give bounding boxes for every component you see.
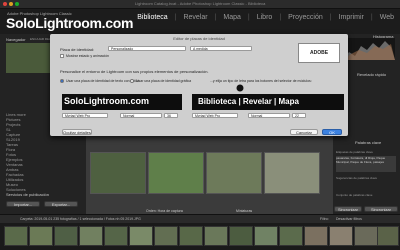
identity-plate-editor-dialog: Editor de placas de identidad Placa de i… bbox=[50, 34, 348, 136]
plate-font-select[interactable]: Myriad Web Pro bbox=[62, 113, 108, 118]
hide-details-button[interactable]: Ocultar detalles bbox=[62, 129, 92, 135]
radio-graphic-plate[interactable] bbox=[130, 79, 134, 83]
filter-label: Filtro: bbox=[320, 217, 329, 221]
module-separator: | bbox=[214, 14, 217, 21]
enable-identity-label: Mostrar estado y animación bbox=[66, 54, 109, 58]
sync-button[interactable]: Sincronizar bbox=[334, 206, 362, 212]
filmstrip-thumbnail[interactable] bbox=[377, 226, 399, 246]
minimize-window-icon[interactable] bbox=[9, 2, 13, 6]
module-preview: Biblioteca | Revelar | Mapa bbox=[192, 94, 344, 110]
filmstrip-thumbnail[interactable] bbox=[204, 226, 228, 246]
module-font-select[interactable]: Myriad Web Pro bbox=[192, 113, 238, 118]
filmstrip-thumbnail[interactable] bbox=[279, 226, 303, 246]
module-separator: | bbox=[279, 14, 282, 21]
module-separator: | bbox=[174, 14, 177, 21]
window-title: Lightroom Catalog.lrcat - Adobe Photosho… bbox=[135, 1, 266, 6]
radio-text-plate[interactable] bbox=[60, 79, 64, 83]
identity-preview-text: SoloLightroom.com bbox=[64, 96, 149, 106]
mouse-cursor-icon bbox=[236, 84, 244, 92]
identity-preview-left: SoloLightroom.com bbox=[62, 94, 182, 110]
filmstrip-thumbnail[interactable] bbox=[79, 226, 103, 246]
filmstrip-thumbnail[interactable] bbox=[29, 226, 53, 246]
filmstrip bbox=[0, 223, 400, 250]
histogram-graph bbox=[343, 41, 395, 60]
module-size-select[interactable]: 22 bbox=[292, 113, 306, 118]
filmstrip-thumbnail[interactable] bbox=[254, 226, 278, 246]
module-separator: | bbox=[247, 14, 250, 21]
status-path: Carpeta: 2019-05-01 235 fotografías / 1 … bbox=[20, 217, 141, 221]
module-font-hint: ...y elija un tipo de letra para los bot… bbox=[210, 79, 312, 83]
close-window-icon[interactable] bbox=[3, 2, 7, 6]
module-preview-text: Biblioteca | Revelar | Mapa bbox=[198, 97, 299, 106]
filmstrip-thumbnail[interactable] bbox=[129, 226, 153, 246]
plate-preset-select[interactable]: A medida bbox=[190, 46, 252, 51]
module-style-select[interactable]: Normal bbox=[248, 113, 290, 118]
enable-identity-checkbox[interactable] bbox=[60, 54, 64, 58]
filmstrip-thumbnail[interactable] bbox=[179, 226, 203, 246]
photo-thumbnail[interactable] bbox=[264, 152, 320, 194]
cancel-button[interactable]: Cancelar bbox=[290, 129, 318, 135]
module-libro[interactable]: Libro bbox=[257, 14, 273, 21]
module-picker: Biblioteca | Revelar | Mapa | Libro | Pr… bbox=[137, 14, 394, 21]
photo-thumbnail[interactable] bbox=[206, 152, 262, 194]
photo-thumbnail[interactable] bbox=[90, 152, 146, 194]
keywords-field[interactable]: pasarelas, Fortaleza, dl Rioja, Paque Mu… bbox=[336, 156, 396, 172]
publish-services-title[interactable]: Servicios de publicación bbox=[6, 192, 49, 197]
dialog-description: Personalice el entorno de Lightroom con … bbox=[60, 69, 209, 74]
radio-graphic-plate-label: Usar una placa de identidad gráfica bbox=[136, 79, 192, 83]
adobe-logo: ADOBE bbox=[298, 43, 340, 63]
identity-plate: Adobe Photoshop Lightroom Classic SoloLi… bbox=[6, 10, 133, 31]
plate-label: Placa de identidad: bbox=[60, 47, 95, 52]
module-separator: | bbox=[329, 14, 332, 21]
import-button[interactable]: Importar... bbox=[6, 201, 40, 207]
filmstrip-thumbnail[interactable] bbox=[354, 226, 378, 246]
radio-text-plate-label: Usar una placa de identidad de texto con… bbox=[66, 79, 139, 83]
filmstrip-thumbnail[interactable] bbox=[304, 226, 328, 246]
quick-develop-title[interactable]: Revelado rápido bbox=[357, 72, 386, 77]
filmstrip-thumbnail[interactable] bbox=[229, 226, 253, 246]
export-button[interactable]: Exportar... bbox=[44, 201, 78, 207]
navigator-title[interactable]: Navegador bbox=[6, 37, 26, 42]
dialog-title: Editor de placas de identidad bbox=[173, 36, 225, 41]
module-web[interactable]: Web bbox=[380, 14, 394, 21]
filmstrip-thumbnail[interactable] bbox=[4, 226, 28, 246]
filter-select[interactable]: Desactivar filtros bbox=[336, 217, 362, 221]
module-revelar[interactable]: Revelar bbox=[183, 14, 207, 21]
module-separator: | bbox=[370, 14, 373, 21]
keyword-suggestions-title: Sugerencias de palabras clave bbox=[336, 176, 378, 180]
sync-settings-button[interactable]: Sincronizar ajustes bbox=[364, 206, 398, 218]
identity-text: SoloLightroom.com bbox=[6, 15, 134, 31]
zoom-window-icon[interactable] bbox=[15, 2, 19, 6]
histogram bbox=[343, 38, 395, 60]
module-biblioteca[interactable]: Biblioteca bbox=[137, 14, 167, 21]
module-proyeccion[interactable]: Proyección bbox=[288, 14, 323, 21]
plate-size-select[interactable]: 36 bbox=[164, 113, 178, 118]
keyword-set-title: Conjunto de palabras clave bbox=[336, 193, 373, 197]
module-imprimir[interactable]: Imprimir bbox=[339, 14, 364, 21]
filmstrip-thumbnail[interactable] bbox=[154, 226, 178, 246]
title-bar: Lightroom Catalog.lrcat - Adobe Photosho… bbox=[0, 0, 400, 9]
filmstrip-thumbnail[interactable] bbox=[54, 226, 78, 246]
ok-button[interactable]: OK bbox=[322, 129, 342, 135]
plate-select[interactable]: Personalizado bbox=[108, 46, 186, 51]
keyword-tags-label: Etiquetas de palabras clave bbox=[336, 150, 373, 154]
plate-style-select[interactable]: Normal bbox=[120, 113, 162, 118]
thumbnail-size[interactable]: Miniaturas bbox=[236, 209, 252, 213]
sort-order[interactable]: Orden: Hora de captura bbox=[146, 209, 183, 213]
filmstrip-thumbnail[interactable] bbox=[104, 226, 128, 246]
photo-thumbnail[interactable] bbox=[148, 152, 204, 194]
keywords-title[interactable]: Palabras clave bbox=[355, 140, 381, 145]
module-mapa[interactable]: Mapa bbox=[223, 14, 241, 21]
filmstrip-thumbnail[interactable] bbox=[329, 226, 353, 246]
